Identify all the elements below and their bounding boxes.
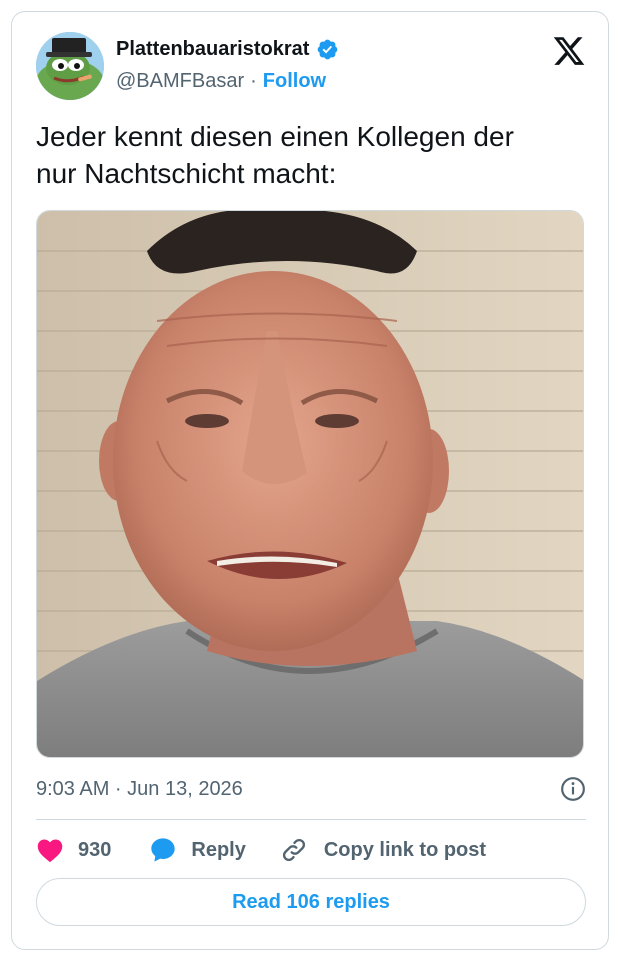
heart-icon xyxy=(36,837,64,863)
read-replies-button[interactable]: Read 106 replies xyxy=(36,878,586,926)
like-button[interactable]: 930 xyxy=(36,837,111,863)
post-timestamp[interactable]: 9:03 AM · Jun 13, 2026 xyxy=(36,778,243,801)
timestamp-row: 9:03 AM · Jun 13, 2026 xyxy=(36,774,586,804)
divider xyxy=(36,819,586,820)
author-display-name[interactable]: Plattenbauaristokrat xyxy=(116,38,309,61)
copy-link-label: Copy link to post xyxy=(323,838,487,861)
separator: · xyxy=(250,70,257,92)
reply-button[interactable]: Reply xyxy=(149,836,246,864)
photo-image xyxy=(37,211,583,757)
avatar-image xyxy=(36,32,104,100)
author-handle[interactable]: @BAMFBasar xyxy=(116,70,244,93)
link-icon xyxy=(280,836,308,864)
speech-bubble-icon xyxy=(149,836,177,864)
post-photo[interactable] xyxy=(36,210,584,758)
like-count: 930 xyxy=(78,838,112,861)
action-bar: 930 Reply Copy link to post xyxy=(36,832,486,868)
verified-badge-icon xyxy=(316,38,339,61)
x-logo-icon[interactable] xyxy=(552,34,586,68)
author-name-row: Plattenbauaristokrat xyxy=(116,38,339,61)
author-avatar[interactable] xyxy=(36,32,104,100)
embedded-post-card: Plattenbauaristokrat @BAMFBasar · Follow… xyxy=(11,11,609,950)
post-text: Jeder kennt diesen einen Kollegen der nu… xyxy=(36,121,514,189)
info-icon[interactable] xyxy=(560,776,586,802)
author-handle-row: @BAMFBasar · Follow xyxy=(116,70,326,93)
copy-link-button[interactable]: Copy link to post xyxy=(280,836,486,864)
reply-label: Reply xyxy=(191,838,246,861)
follow-button[interactable]: Follow xyxy=(263,70,326,93)
